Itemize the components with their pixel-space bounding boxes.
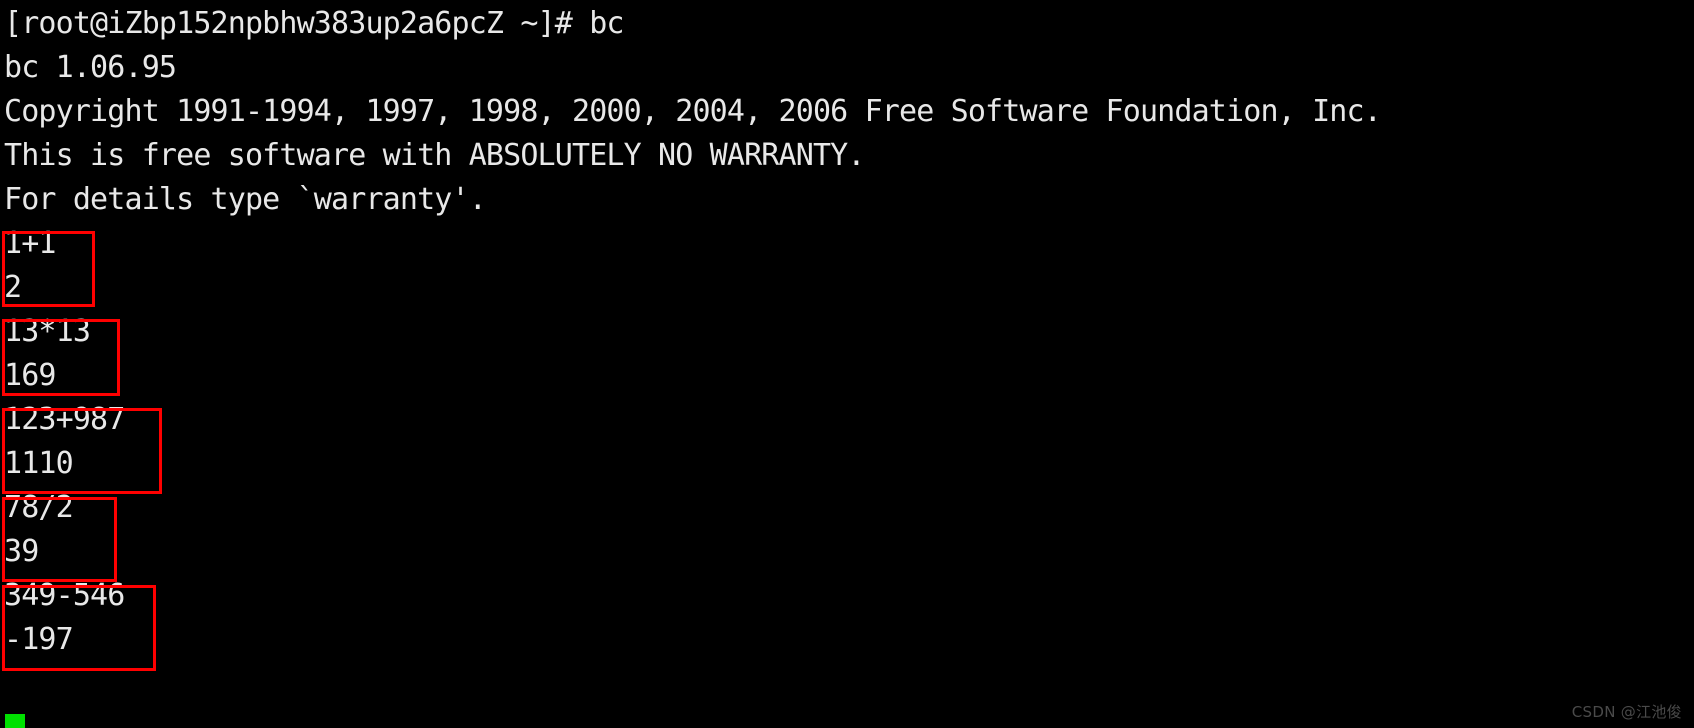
terminal-line-expression-1: 1+1 xyxy=(4,226,56,261)
terminal-line-warranty-notice: This is free software with ABSOLUTELY NO… xyxy=(4,138,865,173)
terminal-line-expression-2: 13*13 xyxy=(4,314,91,349)
terminal-line-prompt-command: [root@iZbp152npbhw383up2a6pcZ ~]# bc xyxy=(4,6,624,41)
terminal-line-expression-3: 123+987 xyxy=(4,402,125,437)
terminal-window[interactable]: [root@iZbp152npbhw383up2a6pcZ ~]# bc bc … xyxy=(0,0,1694,728)
terminal-line-result-2: 169 xyxy=(4,358,56,393)
terminal-line-result-3: 1110 xyxy=(4,446,74,481)
terminal-line-result-1: 2 xyxy=(4,270,22,305)
terminal-cursor xyxy=(5,714,25,728)
terminal-line-bc-version: bc 1.06.95 xyxy=(4,50,177,85)
terminal-line-warranty-details: For details type `warranty'. xyxy=(4,182,487,217)
terminal-line-result-4: 39 xyxy=(4,534,39,569)
terminal-line-expression-4: 78/2 xyxy=(4,490,74,525)
terminal-line-result-5: -197 xyxy=(4,622,74,657)
terminal-line-copyright: Copyright 1991-1994, 1997, 1998, 2000, 2… xyxy=(4,94,1382,129)
watermark-label: CSDN @江池俊 xyxy=(1571,703,1682,721)
terminal-line-expression-5: 349-546 xyxy=(4,578,125,613)
